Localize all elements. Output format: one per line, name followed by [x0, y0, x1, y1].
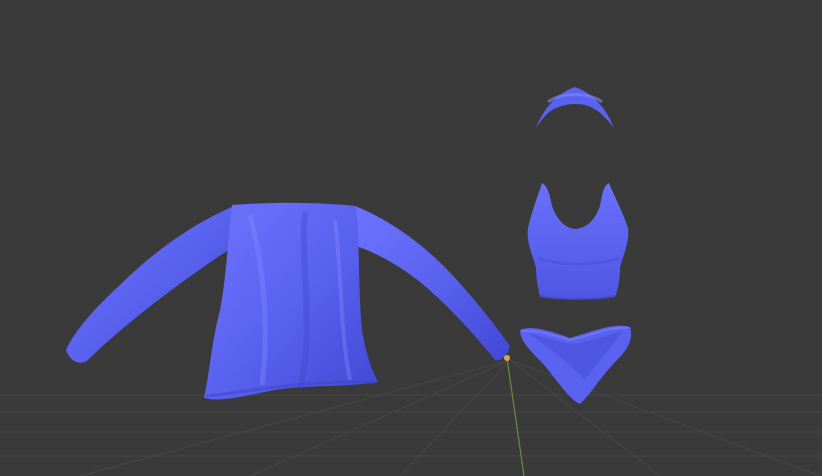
y-axis-line: [506, 357, 525, 476]
headband[interactable]: [536, 87, 614, 128]
tank-top-shape: [527, 183, 629, 300]
tank-top[interactable]: [527, 183, 629, 300]
floor-grid: [0, 359, 822, 476]
bikini-bottom[interactable]: [520, 325, 632, 404]
shirt-right-sleeve: [355, 206, 510, 361]
object-origin-marker[interactable]: [504, 355, 510, 361]
3d-viewport[interactable]: [0, 0, 822, 476]
viewport-scene[interactable]: [0, 0, 822, 476]
long-sleeve-shirt[interactable]: [66, 202, 510, 400]
shirt-left-sleeve: [66, 207, 232, 363]
shirt-body: [204, 202, 378, 400]
